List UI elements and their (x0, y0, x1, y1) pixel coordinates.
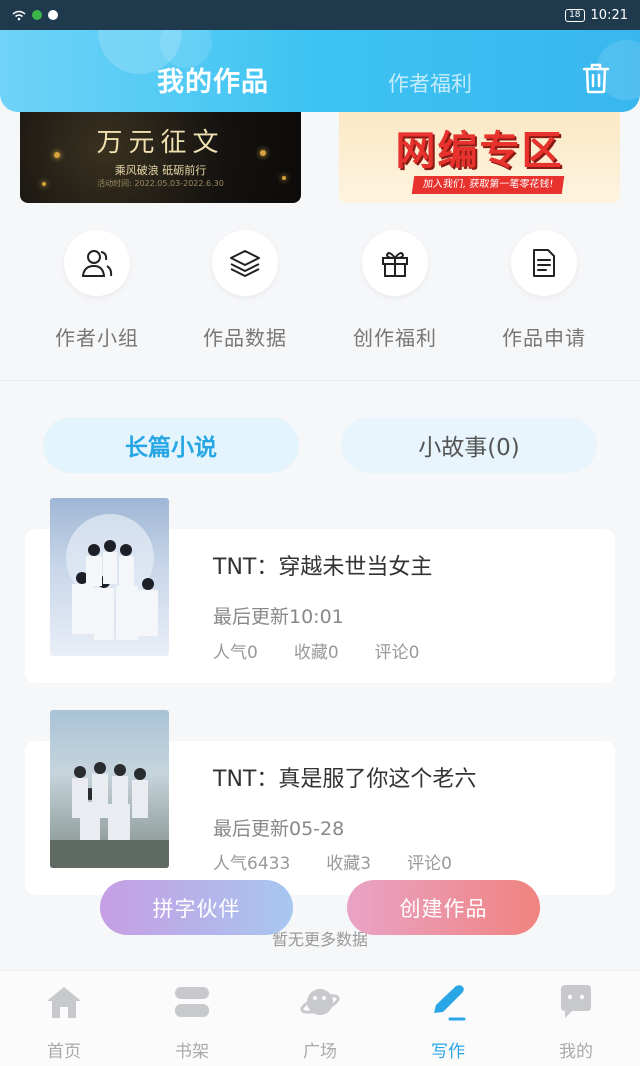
chat-face-icon (561, 985, 591, 1018)
work-title[interactable]: TNT：真是服了你这个老六 (213, 761, 476, 793)
quick-label-author-group: 作者小组 (55, 326, 139, 350)
tab-home[interactable]: 首页 (24, 983, 104, 1062)
tab-my-works[interactable]: 我的作品 (157, 60, 269, 99)
segment-long-novel[interactable]: 长篇小说 (43, 417, 299, 473)
clock: 10:21 (590, 7, 628, 23)
tab-me[interactable]: 我的 (536, 983, 616, 1062)
quick-label-works-data: 作品数据 (203, 326, 287, 350)
tab-writing[interactable]: 写作 (408, 983, 488, 1062)
segment-short-story[interactable]: 小故事(0) (341, 417, 597, 473)
pen-icon (434, 985, 466, 1021)
quick-creation-benefits[interactable] (362, 230, 428, 296)
wechat-icon (48, 10, 58, 20)
trash-icon[interactable] (582, 62, 610, 94)
banner-strip: 加入我们, 获取第一笔零花钱! (411, 176, 565, 194)
work-updated: 最后更新10:01 (213, 606, 344, 628)
quick-label-works-application: 作品申请 (502, 326, 586, 350)
quick-author-group[interactable] (64, 230, 130, 296)
quick-works-application[interactable] (511, 230, 577, 296)
banner-title: 万元征文 (96, 128, 225, 158)
banner-dates: 活动时间: 2022.05.03-2022.6.30 (97, 179, 224, 188)
create-work-button[interactable]: 创建作品 (347, 880, 540, 935)
quick-works-data[interactable] (212, 230, 278, 296)
no-more-data-text: 暂无更多数据 (271, 930, 368, 949)
quick-label-creation-benefits: 创作福利 (353, 326, 437, 350)
tab-label: 写作 (431, 1042, 465, 1062)
work-popularity: 人气0 (213, 643, 258, 663)
work-favorites: 收藏3 (326, 854, 372, 874)
partner-button[interactable]: 拼字伙伴 (100, 880, 293, 935)
banner-title: 网编专区 (395, 128, 564, 174)
shield-icon (32, 10, 42, 20)
work-cover-image[interactable] (50, 498, 169, 656)
work-popularity: 人气6433 (213, 854, 291, 874)
divider (0, 380, 640, 381)
users-icon (81, 250, 113, 277)
work-stats: 人气0 收藏0 评论0 (213, 638, 419, 663)
work-stats: 人气6433 收藏3 评论0 (213, 849, 452, 874)
banner-editor-zone[interactable]: 网编专区 加入我们, 获取第一笔零花钱! (339, 112, 620, 203)
banner-essay-contest[interactable]: 万元征文 乘风破浪 砥砺前行 活动时间: 2022.05.03-2022.6.3… (20, 112, 301, 203)
tab-label: 书架 (175, 1042, 209, 1062)
gift-icon (382, 252, 408, 277)
bottom-tab-bar: 首页 书架 广场 写作 我的 (0, 970, 640, 1066)
home-icon (47, 987, 81, 1018)
layers-icon (230, 250, 260, 277)
work-title[interactable]: TNT：穿越未世当女主 (213, 549, 432, 581)
tab-bookshelf[interactable]: 书架 (152, 983, 232, 1062)
tab-label: 首页 (47, 1042, 81, 1062)
work-updated: 最后更新05-28 (213, 818, 345, 840)
document-icon (533, 249, 555, 277)
wifi-icon (12, 10, 26, 20)
header: 我的作品 作者福利 (0, 30, 640, 112)
battery-indicator: 18 (565, 8, 585, 22)
planet-icon (300, 989, 340, 1015)
tab-author-benefits[interactable]: 作者福利 (388, 68, 472, 98)
work-comments: 评论0 (374, 643, 420, 663)
bookshelf-icon (175, 987, 209, 1017)
work-cover-image[interactable] (50, 710, 169, 868)
work-favorites: 收藏0 (293, 643, 339, 663)
status-bar: 18 10:21 (0, 0, 640, 30)
banner-subtitle: 乘风破浪 砥砺前行 (114, 164, 207, 177)
tab-label: 我的 (559, 1042, 593, 1062)
tab-plaza[interactable]: 广场 (280, 983, 360, 1062)
tab-label: 广场 (303, 1042, 337, 1062)
work-comments: 评论0 (407, 854, 452, 874)
